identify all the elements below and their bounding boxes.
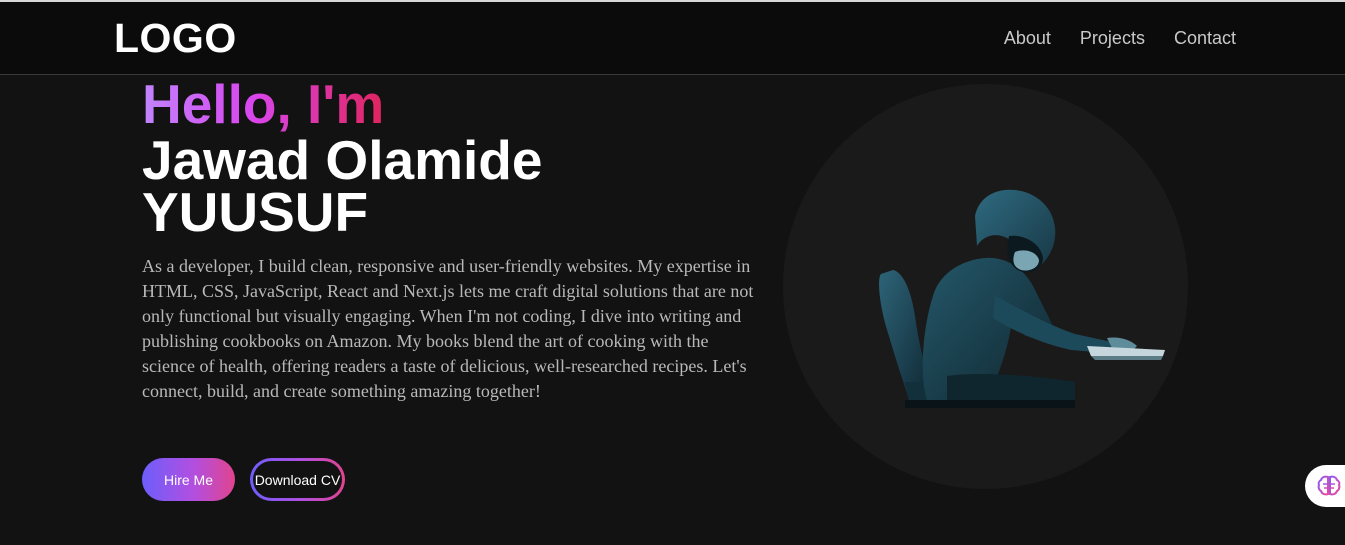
hero-greeting: Hello, I'm xyxy=(142,73,385,135)
hire-me-button[interactable]: Hire Me xyxy=(142,458,235,501)
brain-icon xyxy=(1317,475,1341,496)
nav-links: About Projects Contact xyxy=(1004,26,1236,50)
brain-fab-button[interactable] xyxy=(1305,465,1345,507)
hero-buttons: Hire Me Download CV xyxy=(142,458,345,501)
hero-name: Jawad Olamide YUUSUF xyxy=(142,133,762,240)
download-cv-button[interactable]: Download CV xyxy=(253,461,342,498)
hero-bio: As a developer, I build clean, responsiv… xyxy=(142,256,754,401)
hooded-hacker-illustration xyxy=(879,189,1165,408)
hero-name-line2: YUUSUF xyxy=(142,181,369,243)
download-cv-border: Download CV xyxy=(250,458,345,501)
logo[interactable]: LOGO xyxy=(114,15,237,61)
nav-link-projects[interactable]: Projects xyxy=(1080,26,1145,50)
nav-link-contact[interactable]: Contact xyxy=(1174,26,1236,50)
nav-link-about[interactable]: About xyxy=(1004,26,1051,50)
navbar: LOGO About Projects Contact xyxy=(0,2,1345,75)
hero-text: Hello, I'm Jawad Olamide YUUSUF As a dev… xyxy=(142,76,762,404)
page: LOGO About Projects Contact Hello, I'm J… xyxy=(0,0,1345,545)
